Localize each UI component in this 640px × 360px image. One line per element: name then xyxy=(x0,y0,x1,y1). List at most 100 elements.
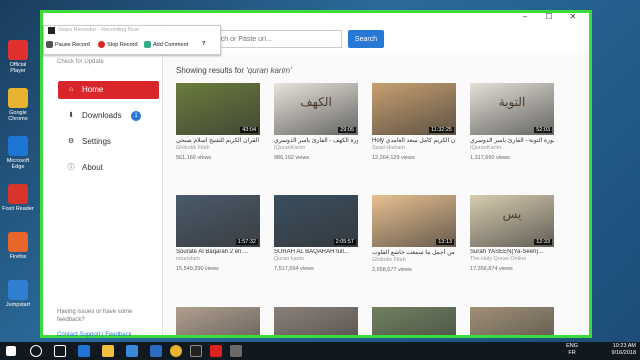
foxit-icon xyxy=(8,184,28,204)
video-title[interactable]: Surah YASEEN(Ya-Seen)... xyxy=(470,249,554,255)
thumbnail-caption: الكهف xyxy=(300,95,332,109)
pause-record-button[interactable]: Pause Record xyxy=(46,41,90,48)
close-icon[interactable]: ✕ xyxy=(563,12,583,22)
desktop-shortcut-label: Microsoft Edge xyxy=(6,158,30,170)
video-title[interactable]: سورة الكهف - القارئ ياسر الدوسري xyxy=(274,137,358,144)
video-card[interactable]: 11:32:25 Holy القرآن الكريم كامل سعد الغا… xyxy=(372,83,456,161)
sidebar-item-label: About xyxy=(82,163,103,172)
clock-time: 10:23 AM xyxy=(612,343,636,349)
video-views: 15,549,290 views xyxy=(176,266,219,272)
desktop-shortcut[interactable]: Firefox xyxy=(2,232,34,260)
video-thumbnail[interactable] xyxy=(470,307,554,335)
taskbar-edge-icon[interactable] xyxy=(78,345,90,357)
stop-record-button[interactable]: Stop Record xyxy=(98,41,138,48)
video-card[interactable]: 1:57:32 Sourate Al Baqarah 2 en ... nouris… xyxy=(176,195,260,272)
desktop-shortcut[interactable]: Foxit Reader xyxy=(2,184,34,212)
sidebar: Check for Update ⌂ Home ⬇ Downloads 1 ⚙ … xyxy=(43,23,163,338)
desktop-shortcut[interactable]: Official Player xyxy=(2,40,34,74)
start-icon[interactable] xyxy=(6,346,16,356)
download-icon: ⬇ xyxy=(68,112,74,119)
desktop-shortcut[interactable]: Jumpstart xyxy=(2,280,34,308)
sidebar-item-label: Home xyxy=(82,85,104,94)
contact-support-link[interactable]: Contact Support | Feedback xyxy=(57,332,132,338)
maximize-icon[interactable]: ☐ xyxy=(539,12,559,22)
desktop-shortcut[interactable]: Google Chrome xyxy=(2,88,34,122)
video-duration: 13:13 xyxy=(436,239,454,245)
jumpstart-icon xyxy=(8,280,28,300)
video-card[interactable]: 43:04 تلاوة القرآن الكريم للشيخ اسلام صبح… xyxy=(176,83,260,161)
video-thumbnail[interactable]: 43:04 xyxy=(176,83,260,135)
search-input[interactable] xyxy=(200,30,342,48)
sidebar-item-home[interactable]: ⌂ Home xyxy=(58,81,159,99)
video-thumbnail[interactable]: 1:57:32 xyxy=(176,195,260,247)
video-views: 7,517,594 views xyxy=(274,266,314,272)
search-button[interactable]: Search xyxy=(348,30,384,48)
video-title[interactable]: سورة التوبة - القارئ ياسر الدوسري xyxy=(470,137,554,144)
video-thumbnail[interactable] xyxy=(176,307,260,335)
search-icon[interactable] xyxy=(30,345,42,357)
feedback-prompt: Having issues or have some feedback? xyxy=(57,309,133,323)
sidebar-item-label: Settings xyxy=(82,137,111,146)
taskbar-red-app-icon[interactable] xyxy=(210,345,222,357)
app-titlebar: – ☐ ✕ xyxy=(43,12,589,23)
results-query: 'quran karim' xyxy=(246,66,292,75)
thumbnail-caption: يس xyxy=(502,207,522,221)
sidebar-item-downloads[interactable]: ⬇ Downloads 1 xyxy=(58,107,159,125)
minimize-icon[interactable]: – xyxy=(515,12,535,22)
desktop-shortcut-label: Google Chrome xyxy=(8,110,28,122)
main-content: < Search Showing results for 'quran kari… xyxy=(164,23,589,335)
video-card[interactable] xyxy=(274,307,358,335)
video-title[interactable]: تلاوة من أجمل ما سمعت خاشع القلوب xyxy=(372,249,456,256)
help-button[interactable]: ? xyxy=(202,41,205,47)
clock[interactable]: 10:23 AM 9/16/2018 xyxy=(612,343,636,357)
video-card[interactable]: 13:13 تلاوة من أجمل ما سمعت خاشع القلوبGh… xyxy=(372,195,456,273)
video-views: 2,658,677 views xyxy=(372,267,412,273)
sidebar-item-about[interactable]: ⓘ About xyxy=(58,159,159,177)
desktop-shortcut[interactable]: Microsoft Edge xyxy=(2,136,34,170)
official-player-icon xyxy=(8,40,28,60)
video-thumbnail[interactable]: يس 12:33 xyxy=(470,195,554,247)
video-card[interactable]: الكهف 29:05 سورة الكهف - القارئ ياسر الدوس… xyxy=(274,83,358,161)
info-icon: ⓘ xyxy=(67,164,75,171)
language-indicator[interactable]: ENG FR xyxy=(566,343,578,357)
desktop-shortcut-label: Foxit Reader xyxy=(2,206,34,212)
video-thumbnail[interactable]: التوبة 52:03 xyxy=(470,83,554,135)
sidebar-item-settings[interactable]: ⚙ Settings xyxy=(58,133,159,151)
clock-date: 9/16/2018 xyxy=(611,350,636,356)
taskbar-explorer-icon[interactable] xyxy=(102,345,114,357)
video-thumbnail[interactable]: 2:05:57 xyxy=(274,195,358,247)
check-update-link[interactable]: Check for Update xyxy=(57,59,104,65)
video-title[interactable]: Holy القرآن الكريم كامل سعد الغامدي xyxy=(372,137,456,144)
video-card[interactable]: يس 12:33 Surah YASEEN(Ya-Seen)... The Holy … xyxy=(470,195,554,272)
video-channel: Quran karim xyxy=(274,256,305,262)
video-card[interactable]: التوبة 52:03 سورة التوبة - القارئ ياسر الد… xyxy=(470,83,554,161)
task-view-icon[interactable] xyxy=(54,345,66,357)
video-card[interactable]: 2:05:57 SURAH AL BAQARAH full... Quran kar… xyxy=(274,195,358,272)
taskbar-mail-icon[interactable] xyxy=(150,345,162,357)
video-thumbnail[interactable] xyxy=(372,307,456,335)
taskbar-store-icon[interactable] xyxy=(126,345,138,357)
video-title[interactable]: SURAH AL BAQARAH full... xyxy=(274,249,358,255)
add-comment-button[interactable]: Add Comment xyxy=(144,41,188,48)
taskbar-app-icon[interactable] xyxy=(190,345,202,357)
video-views: 12,264,129 views xyxy=(372,155,415,161)
video-duration: 1:57:32 xyxy=(235,239,258,245)
video-card[interactable] xyxy=(176,307,260,335)
video-views: 561,166 views xyxy=(176,155,212,161)
video-title[interactable]: Sourate Al Baqarah 2 en ... xyxy=(176,249,260,255)
video-thumbnail[interactable]: 11:32:25 xyxy=(372,83,456,135)
video-channel: The Holy Quran Online xyxy=(470,256,527,262)
video-card[interactable] xyxy=(372,307,456,335)
desktop-shortcut-label: Official Player xyxy=(9,62,27,74)
video-thumbnail[interactable] xyxy=(274,307,358,335)
video-title[interactable]: تلاوة القرآن الكريم للشيخ اسلام صبحي xyxy=(176,137,260,144)
taskbar-chrome-icon[interactable] xyxy=(170,345,182,357)
video-channel: nourislam xyxy=(176,256,200,262)
video-thumbnail[interactable]: 13:13 xyxy=(372,195,456,247)
video-card[interactable] xyxy=(470,307,554,335)
taskbar-steps-icon[interactable] xyxy=(230,345,242,357)
video-thumbnail[interactable]: الكهف 29:05 xyxy=(274,83,358,135)
video-duration: 11:32:25 xyxy=(428,127,454,133)
video-channel: Saad Hisham xyxy=(372,145,406,151)
video-channel: Ghibokk Filah xyxy=(372,257,406,263)
